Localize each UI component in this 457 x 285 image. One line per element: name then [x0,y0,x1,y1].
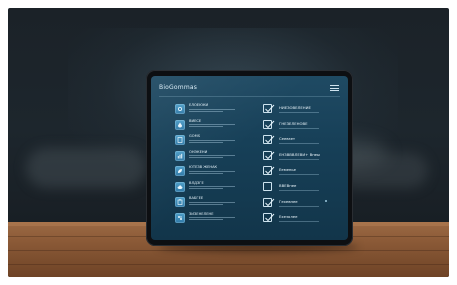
checklist-item[interactable]: ЕНЗВВВЛЕВИ+ Внеы [263,150,339,165]
list-item-subtext [189,201,235,203]
header-divider [159,96,340,97]
list-item-subtext [189,186,235,187]
list-item[interactable]: ЗИЗЕНЕЛЕНЕ [175,212,253,227]
checklist-label: Гехевнее [279,198,298,204]
checklist-item[interactable]: НИЕЗОВЕЛЕНИЕ [263,103,339,118]
checklist-label: ВВЕВнее [279,182,297,188]
checkbox-unchecked[interactable] [263,181,272,191]
checklist-label: Сеевзет [279,136,296,142]
list-item-label: ОНЭКЕНИ [189,149,208,154]
checklist-label: Ееменье [279,167,296,173]
checklist-label: ЕНЗВВВЛЕВИ+ Внеы [279,151,321,157]
chart-icon [175,150,185,161]
tablet-device: BioGommas ЕЛОЕЮКИ ВИЕСЕ GOMS ОНЭКЕНИ ЮТЕ… [146,70,353,246]
list-item-label: ВАБГЕЕ [189,196,204,200]
checklist-label: ГНЕЗЕЛЕНОВЕ [279,120,308,126]
checklist-rule [279,189,319,191]
list-item-label: ЕЛОЕЮКИ [189,103,209,107]
checkbox-checked[interactable] [263,213,275,223]
list-item-subtext [189,172,223,174]
list-item-label: ЮТЕЗВ ЖЕНАК [189,165,218,169]
app-title: BioGommas [159,84,198,91]
checklist-rule [279,221,319,223]
tablet-screen: BioGommas ЕЛОЕЮКИ ВИЕСЕ GOMS ОНЭКЕНИ ЮТЕ… [151,76,348,240]
checklist-rule [279,143,319,145]
checklist-item[interactable]: Ехезолее [263,212,339,227]
list-item[interactable]: ВЛДЗГЕ [175,181,253,196]
checklist-rule [279,205,319,207]
checklist: НИЕЗОВЕЛЕНИЕ ГНЕЗЕЛЕНОВЕ Сеевзет ЕНЗВВВЛ… [263,103,339,228]
list-item-subtext [189,217,235,218]
list-item-subtext [189,170,235,172]
feature-list: ЕЛОЕЮКИ ВИЕСЕ GOMS ОНЭКЕНИ ЮТЕЗВ ЖЕНАК В… [175,103,253,227]
background-object-left [26,148,146,188]
checkbox-checked[interactable] [263,119,275,129]
checkbox-checked[interactable] [263,166,275,176]
checklist-item[interactable]: ГНЕЗЕЛЕНОВЕ [263,119,339,134]
checklist-rule [279,158,319,160]
list-item[interactable]: ЮТЕЗВ ЖЕНАК [175,165,253,180]
checklist-item[interactable]: ВВЕВнее [263,181,339,196]
document-icon [175,135,185,145]
gear-icon [175,104,185,114]
list-item-subtext [189,155,235,156]
list-item-subtext [189,157,223,158]
list-item-subtext [189,110,223,112]
checklist-rule [279,127,319,129]
list-item[interactable]: GOMS [175,134,253,149]
cloud-icon [175,181,185,192]
checklist-label: Ехезолее [279,214,298,220]
list-item-subtext [189,188,223,189]
leaf-icon [175,166,185,176]
list-item-subtext [189,124,235,125]
list-item[interactable]: ЕЛОЕЮКИ [175,103,253,118]
checkbox-checked[interactable] [263,150,275,160]
drop-icon [175,119,185,130]
checklist-item[interactable]: Ееменье [263,165,339,180]
list-item[interactable]: ВИЕСЕ [175,119,253,134]
hamburger-menu-icon[interactable] [330,85,339,92]
indicator-dot [325,199,327,202]
list-item-label: ЗИЗЕНЕЛЕНЕ [189,211,214,216]
checklist-item[interactable]: Гехевнее [263,197,339,212]
list-item-subtext [189,126,223,127]
list-item-label: ВЛДЗГЕ [189,180,204,185]
photo-frame: BioGommas ЕЛОЕЮКИ ВИЕСЕ GOMS ОНЭКЕНИ ЮТЕ… [8,8,449,277]
list-item-subtext [189,219,223,220]
checklist-rule [279,112,319,113]
checkbox-checked[interactable] [263,197,275,207]
list-item-subtext [189,203,223,205]
checklist-label: НИЕЗОВЕЛЕНИЕ [279,105,311,110]
clipboard-icon [175,197,185,207]
settings-icon [175,212,185,223]
checklist-item[interactable]: Сеевзет [263,134,339,149]
checkbox-checked[interactable] [263,104,275,113]
list-item-subtext [189,108,235,110]
checkbox-checked[interactable] [263,135,275,145]
list-item[interactable]: ОНЭКЕНИ [175,150,253,165]
list-item-label: GOMS [189,134,200,138]
list-item-label: ВИЕСЕ [189,118,202,123]
list-item-subtext [189,139,235,141]
checklist-rule [279,174,319,176]
list-item-subtext [189,141,223,143]
list-item[interactable]: ВАБГЕЕ [175,196,253,211]
desk-grain [8,264,449,265]
